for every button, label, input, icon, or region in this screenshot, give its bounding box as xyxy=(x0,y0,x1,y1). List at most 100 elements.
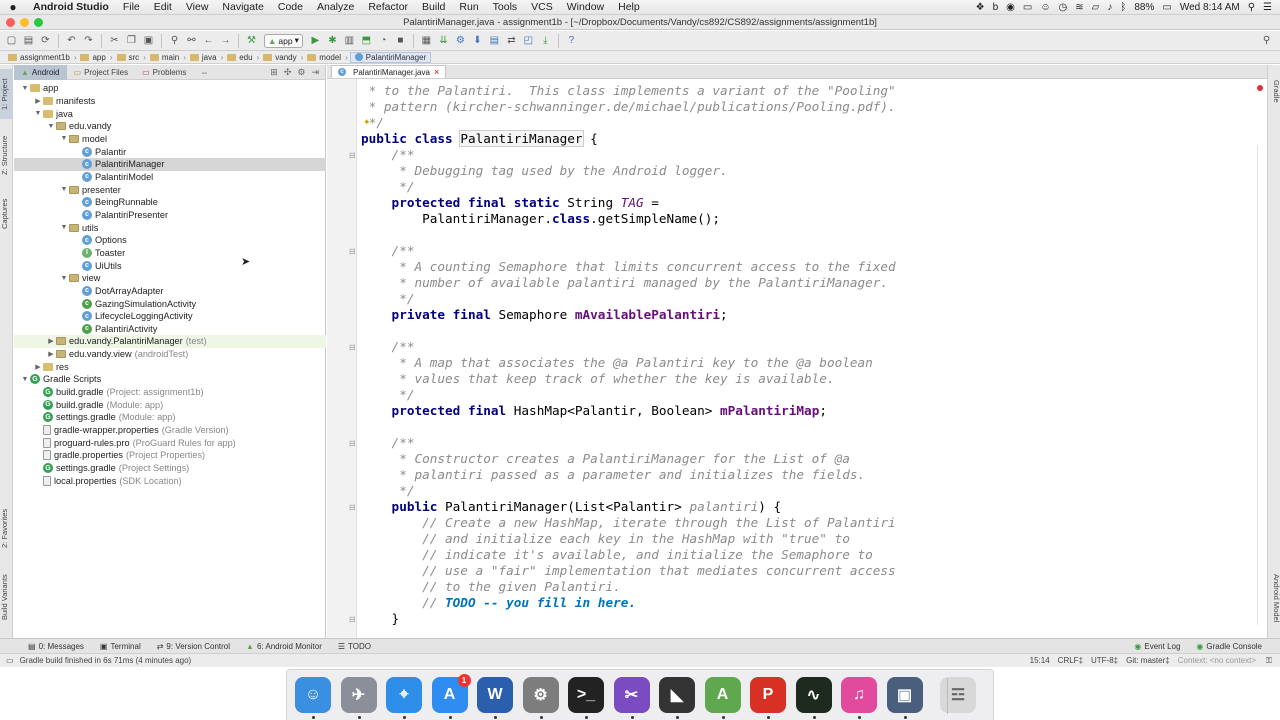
tab-more[interactable]: ⇔ xyxy=(193,65,215,80)
search-icon[interactable]: ⚲ xyxy=(1248,2,1255,13)
code-line[interactable]: * number of available palantiri managed … xyxy=(361,275,896,291)
tree-node[interactable]: ▼ G Gradle Scripts xyxy=(14,373,326,386)
menu-app-name[interactable]: Android Studio xyxy=(26,1,116,13)
battery-label[interactable]: 88% xyxy=(1134,2,1154,13)
project-structure-icon[interactable]: ▦ xyxy=(419,33,434,48)
expanded-arrow-icon[interactable]: ▼ xyxy=(59,224,69,231)
back-icon[interactable]: ← xyxy=(201,33,216,48)
code-line[interactable]: * A map that associates the @a Palantiri… xyxy=(361,355,896,371)
code-line[interactable]: // to the given Palantiri. xyxy=(361,579,896,595)
code-line[interactable]: // Create a new HashMap, iterate through… xyxy=(361,515,896,531)
scroll-from-source-icon[interactable]: ✣ xyxy=(284,67,292,78)
activity-monitor-icon[interactable]: ∿ xyxy=(795,677,832,713)
copy-icon[interactable]: ❐ xyxy=(124,33,139,48)
menu-vcs[interactable]: VCS xyxy=(524,1,560,13)
menu-analyze[interactable]: Analyze xyxy=(310,1,361,13)
tree-node[interactable]: gradle-wrapper.properties (Gradle Version… xyxy=(14,424,326,437)
tree-node[interactable]: c PalantiriManager xyxy=(14,157,326,171)
tree-node[interactable]: gradle.properties (Project Properties) xyxy=(14,449,326,462)
code-line[interactable]: * pattern (kircher-schwanninger.de/micha… xyxy=(361,99,896,115)
menu-edit[interactable]: Edit xyxy=(147,1,179,13)
fold-marker-icon[interactable]: ⊟ xyxy=(349,615,356,624)
code-line[interactable]: // use a "fair" implementation that medi… xyxy=(361,563,896,579)
code-view[interactable]: * to the Palantiri. This class implement… xyxy=(361,83,896,627)
tree-node[interactable]: ▼ java xyxy=(14,107,326,120)
make-project-icon[interactable]: ⚒ xyxy=(244,33,259,48)
tree-node[interactable]: c GazingSimulationActivity xyxy=(14,297,326,310)
code-line[interactable]: /** xyxy=(361,147,896,163)
code-line[interactable]: * A counting Semaphore that limits concu… xyxy=(361,259,896,275)
tool-tab-gradle-console[interactable]: ◉ Gradle Console xyxy=(1188,642,1270,651)
menu-tools[interactable]: Tools xyxy=(486,1,525,13)
tool-tab-captures[interactable]: Captures xyxy=(0,193,13,235)
code-line[interactable]: // TODO -- you fill in here. xyxy=(361,595,896,611)
tree-node[interactable]: c LifecycleLoggingActivity xyxy=(14,310,326,323)
zoom-window-button[interactable] xyxy=(34,18,43,27)
menu-code[interactable]: Code xyxy=(271,1,310,13)
coverage-icon[interactable]: ▥ xyxy=(342,33,357,48)
caret-position[interactable]: 15:14 xyxy=(1030,656,1050,665)
tree-node[interactable]: ▼ model xyxy=(14,133,326,146)
code-line[interactable]: */ xyxy=(361,291,896,307)
run-config-select[interactable]: ▲ app ▾ xyxy=(264,33,303,48)
error-stripe-icon[interactable] xyxy=(1257,85,1263,91)
find-icon[interactable]: ⚲ xyxy=(167,33,182,48)
fold-marker-icon[interactable]: ⊟ xyxy=(349,503,356,512)
airplay-icon[interactable]: ▱ xyxy=(1092,2,1100,13)
menu-file[interactable]: File xyxy=(116,1,147,13)
fold-marker-icon[interactable]: ⊟ xyxy=(349,343,356,352)
time-machine-icon[interactable]: ◷ xyxy=(1059,2,1068,13)
tree-node[interactable]: ▼ utils xyxy=(14,221,326,234)
word-icon[interactable]: W xyxy=(477,677,513,713)
breadcrumb-item[interactable]: app › xyxy=(78,53,114,62)
bluetooth-icon[interactable]: ᛒ xyxy=(1120,2,1126,13)
download-icon[interactable]: ⤓ xyxy=(538,33,553,48)
tab-project-files[interactable]: ▭ Project Files xyxy=(67,65,136,80)
tree-node[interactable]: c PalantiriPresenter xyxy=(14,209,326,222)
tab-android[interactable]: ▲ Android xyxy=(14,64,67,80)
menu-help[interactable]: Help xyxy=(611,1,647,13)
collapse-all-icon[interactable]: ⊞ xyxy=(270,67,278,78)
code-line[interactable]: // indicate it's available, and initiali… xyxy=(361,547,896,563)
tool-tab-messages[interactable]: ▤ 0: Messages xyxy=(20,642,92,651)
code-line[interactable]: * to the Palantiri. This class implement… xyxy=(361,83,896,99)
tool-tab-terminal[interactable]: ▣ Terminal xyxy=(92,642,149,651)
scrollbar[interactable] xyxy=(1257,145,1261,625)
vcs-update-icon[interactable]: ⇄ xyxy=(504,33,519,48)
tree-node[interactable]: ▼ app xyxy=(14,82,326,95)
redo-icon[interactable]: ↷ xyxy=(81,33,96,48)
collapsed-arrow-icon[interactable]: ▶ xyxy=(46,337,56,345)
menu-build[interactable]: Build xyxy=(415,1,452,13)
tree-node[interactable]: c DotArrayAdapter xyxy=(14,285,326,298)
tree-node[interactable]: c Options xyxy=(14,234,326,247)
expanded-arrow-icon[interactable]: ▼ xyxy=(20,376,30,383)
trash-icon[interactable]: ☲ xyxy=(940,677,976,713)
code-line[interactable]: PalantiriManager.class.getSimpleName(); xyxy=(361,211,896,227)
code-line[interactable]: public PalantiriManager(List<Palantir> p… xyxy=(361,499,896,515)
code-line[interactable]: protected final HashMap<Palantir, Boolea… xyxy=(361,403,896,419)
code-line[interactable]: */ xyxy=(361,387,896,403)
replace-icon[interactable]: ⚯ xyxy=(184,33,199,48)
tree-node[interactable]: I Toaster xyxy=(14,247,326,260)
run-icon[interactable]: ▶ xyxy=(308,33,323,48)
open-folder-icon[interactable]: ▢ xyxy=(4,33,19,48)
code-line[interactable] xyxy=(361,323,896,339)
collapsed-arrow-icon[interactable]: ▶ xyxy=(33,363,43,371)
breadcrumb-item[interactable]: PalantiriManager xyxy=(349,51,432,63)
minimize-window-button[interactable] xyxy=(20,18,29,27)
safari-icon[interactable]: ⌖ xyxy=(386,677,422,713)
user-icon[interactable]: ☺ xyxy=(1040,2,1050,13)
dropbox-icon[interactable]: ❖ xyxy=(976,2,985,13)
tab-problems[interactable]: ▭ Problems xyxy=(135,65,193,80)
expanded-arrow-icon[interactable]: ▼ xyxy=(59,135,69,142)
tree-node[interactable]: Gsettings.gradle (Project Settings) xyxy=(14,462,326,475)
close-tab-icon[interactable]: × xyxy=(434,67,439,77)
code-line[interactable] xyxy=(361,419,896,435)
expanded-arrow-icon[interactable]: ▼ xyxy=(46,123,56,130)
tree-node[interactable]: local.properties (SDK Location) xyxy=(14,474,326,487)
apple-icon[interactable]: ● xyxy=(0,0,26,14)
tree-node[interactable]: c Palantir xyxy=(14,145,326,158)
breadcrumb-item[interactable]: edu › xyxy=(225,53,261,62)
collapsed-arrow-icon[interactable]: ▶ xyxy=(46,350,56,358)
tree-node[interactable]: c BeingRunnable xyxy=(14,196,326,209)
